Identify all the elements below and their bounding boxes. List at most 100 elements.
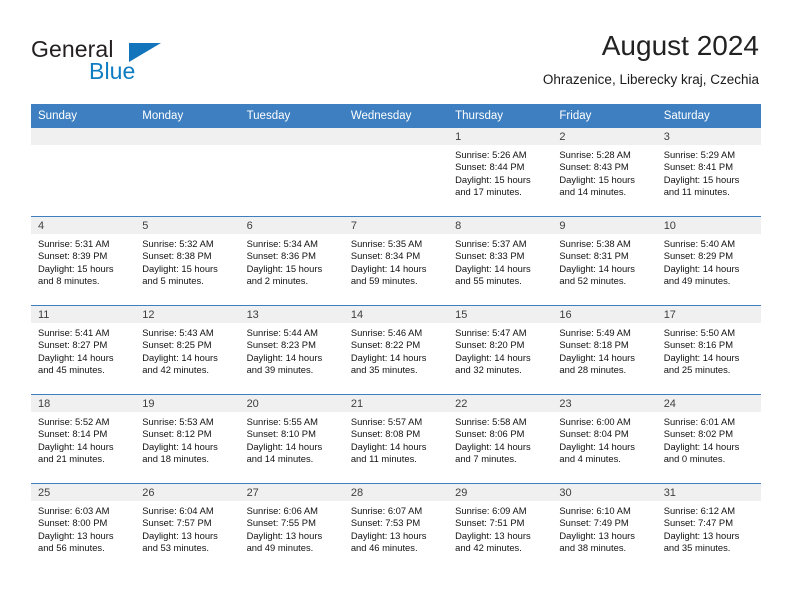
daylight-text-line2: and 45 minutes.	[38, 364, 105, 376]
sunset-text: Sunset: 7:51 PM	[455, 517, 525, 529]
daylight-text-line1: Daylight: 14 hours	[663, 262, 740, 274]
daylight-text-line1: Daylight: 14 hours	[559, 440, 635, 452]
day-23: 23 Sunrise: 6:00 AM Sunset: 8:04 PM Dayligh…	[552, 395, 657, 483]
day-number	[31, 128, 136, 145]
sunrise-text: Sunrise: 5:44 AM	[246, 327, 318, 338]
calendar-day-cell[interactable]: 9 Sunrise: 5:38 AM Sunset: 8:31 PM Daylight…	[552, 216, 657, 306]
calendar-day-cell[interactable]: 4 Sunrise: 5:31 AM Sunset: 8:39 PM Daylight…	[31, 216, 136, 306]
daylight-text-line1: Daylight: 15 hours	[559, 173, 635, 185]
calendar-day-cell[interactable]: 13 Sunrise: 5:44 AM Sunset: 8:23 PM Dayligh…	[239, 305, 344, 395]
sunrise-text: Sunrise: 6:09 AM	[455, 505, 527, 516]
calendar-week-row: 18 Sunrise: 5:52 AM Sunset: 8:14 PM Dayligh…	[31, 394, 761, 484]
sunrise-text: Sunrise: 6:06 AM	[246, 505, 318, 516]
calendar-day-cell[interactable]: 26 Sunrise: 6:04 AM Sunset: 7:57 PM Dayligh…	[135, 483, 240, 572]
sunset-text: Sunset: 8:44 PM	[455, 161, 525, 173]
calendar-day-cell[interactable]: 28 Sunrise: 6:07 AM Sunset: 7:53 PM Dayligh…	[343, 483, 449, 572]
day-14: 14 Sunrise: 5:46 AM Sunset: 8:22 PM Dayligh…	[343, 306, 449, 394]
sunset-text: Sunset: 8:12 PM	[142, 428, 212, 440]
calendar-day-cell[interactable]: 7 Sunrise: 5:35 AM Sunset: 8:34 PM Daylight…	[343, 216, 449, 306]
daylight-text-line2: and 42 minutes.	[142, 364, 209, 376]
calendar-day-cell[interactable]: 17 Sunrise: 5:50 AM Sunset: 8:16 PM Dayligh…	[656, 305, 761, 395]
day-sun-info: Sunrise: 5:29 AM Sunset: 8:41 PM Daylight:…	[657, 145, 761, 199]
daylight-text-line2: and 39 minutes.	[246, 364, 314, 376]
daylight-text-line2: and 38 minutes.	[559, 542, 627, 554]
general-blue-logo[interactable]: General Blue	[31, 36, 231, 88]
calendar-day-cell[interactable]: 14 Sunrise: 5:46 AM Sunset: 8:22 PM Dayligh…	[343, 305, 449, 395]
day-sun-info: Sunrise: 5:46 AM Sunset: 8:22 PM Daylight:…	[344, 323, 448, 377]
calendar-day-cell	[31, 128, 136, 217]
day-18: 18 Sunrise: 5:52 AM Sunset: 8:14 PM Dayligh…	[31, 395, 136, 483]
day-number: 9	[552, 217, 657, 234]
day-number: 21	[343, 395, 449, 412]
calendar-day-cell[interactable]: 6 Sunrise: 5:34 AM Sunset: 8:36 PM Daylight…	[239, 216, 344, 306]
daylight-text-line2: and 2 minutes.	[246, 275, 309, 287]
daylight-text-line1: Daylight: 14 hours	[246, 351, 323, 363]
sunset-text: Sunset: 8:14 PM	[38, 428, 108, 440]
calendar-day-cell[interactable]: 11 Sunrise: 5:41 AM Sunset: 8:27 PM Dayligh…	[31, 305, 136, 395]
day-sun-info: Sunrise: 5:49 AM Sunset: 8:18 PM Daylight:…	[552, 323, 656, 377]
calendar-day-cell[interactable]: 29 Sunrise: 6:09 AM Sunset: 7:51 PM Dayligh…	[448, 483, 553, 572]
calendar-day-cell[interactable]: 22 Sunrise: 5:58 AM Sunset: 8:06 PM Dayligh…	[448, 394, 553, 484]
calendar-day-cell[interactable]: 23 Sunrise: 6:00 AM Sunset: 8:04 PM Dayligh…	[552, 394, 657, 484]
day-sun-info: Sunrise: 5:34 AM Sunset: 8:36 PM Daylight:…	[240, 234, 344, 288]
sunset-text: Sunset: 8:41 PM	[663, 161, 733, 173]
daylight-text-line2: and 28 minutes.	[559, 364, 627, 376]
day-number: 23	[552, 395, 657, 412]
daylight-text-line2: and 56 minutes.	[38, 542, 105, 554]
sunrise-text: Sunrise: 5:29 AM	[663, 149, 736, 160]
day-sun-info: Sunrise: 5:37 AM Sunset: 8:33 PM Daylight:…	[448, 234, 552, 288]
page-header: General Blue August 2024 Ohrazenice, Lib…	[0, 0, 792, 96]
calendar-day-cell[interactable]: 1 Sunrise: 5:26 AM Sunset: 8:44 PM Daylight…	[448, 128, 553, 217]
sunrise-text: Sunrise: 5:32 AM	[142, 238, 214, 249]
calendar-day-cell[interactable]: 2 Sunrise: 5:28 AM Sunset: 8:43 PM Daylight…	[552, 128, 657, 217]
calendar-day-cell[interactable]: 27 Sunrise: 6:06 AM Sunset: 7:55 PM Dayligh…	[239, 483, 344, 572]
day-22: 22 Sunrise: 5:58 AM Sunset: 8:06 PM Dayligh…	[448, 395, 553, 483]
day-sun-info: Sunrise: 5:31 AM Sunset: 8:39 PM Daylight:…	[31, 234, 135, 288]
sunset-text: Sunset: 8:23 PM	[246, 339, 316, 351]
sunrise-text: Sunrise: 6:12 AM	[663, 505, 736, 516]
calendar-day-cell[interactable]: 31 Sunrise: 6:12 AM Sunset: 7:47 PM Dayligh…	[656, 483, 761, 572]
sunset-text: Sunset: 8:36 PM	[246, 250, 316, 262]
calendar-day-cell[interactable]: 19 Sunrise: 5:53 AM Sunset: 8:12 PM Dayligh…	[135, 394, 240, 484]
calendar-day-cell[interactable]: 30 Sunrise: 6:10 AM Sunset: 7:49 PM Dayligh…	[552, 483, 657, 572]
sunrise-text: Sunrise: 5:49 AM	[559, 327, 631, 338]
calendar-day-cell[interactable]: 10 Sunrise: 5:40 AM Sunset: 8:29 PM Dayligh…	[656, 216, 761, 306]
calendar-day-cell[interactable]: 16 Sunrise: 5:49 AM Sunset: 8:18 PM Dayligh…	[552, 305, 657, 395]
daylight-text-line2: and 49 minutes.	[246, 542, 314, 554]
day-13: 13 Sunrise: 5:44 AM Sunset: 8:23 PM Dayligh…	[239, 306, 344, 394]
weekday-header-wednesday: Wednesday	[343, 104, 449, 128]
calendar-day-cell[interactable]: 24 Sunrise: 6:01 AM Sunset: 8:02 PM Dayligh…	[656, 394, 761, 484]
daylight-text-line1: Daylight: 14 hours	[559, 351, 635, 363]
calendar-day-cell[interactable]: 18 Sunrise: 5:52 AM Sunset: 8:14 PM Dayligh…	[31, 394, 136, 484]
weekday-header-saturday: Saturday	[656, 104, 761, 128]
daylight-text-line2: and 11 minutes.	[350, 453, 417, 465]
calendar-page: General Blue August 2024 Ohrazenice, Lib…	[0, 0, 792, 612]
day-number	[343, 128, 449, 145]
sunset-text: Sunset: 8:16 PM	[663, 339, 733, 351]
sunrise-text: Sunrise: 5:57 AM	[350, 416, 423, 427]
day-27: 27 Sunrise: 6:06 AM Sunset: 7:55 PM Dayligh…	[239, 484, 344, 572]
calendar-day-cell[interactable]: 12 Sunrise: 5:43 AM Sunset: 8:25 PM Dayligh…	[135, 305, 240, 395]
day-sun-info: Sunrise: 6:06 AM Sunset: 7:55 PM Daylight:…	[240, 501, 344, 555]
day-number: 27	[239, 484, 344, 501]
sunrise-text: Sunrise: 5:41 AM	[38, 327, 110, 338]
daylight-text-line1: Daylight: 14 hours	[246, 440, 323, 452]
sunrise-text: Sunrise: 6:01 AM	[663, 416, 736, 427]
calendar-day-cell	[343, 128, 449, 217]
day-sun-info: Sunrise: 5:53 AM Sunset: 8:12 PM Daylight:…	[135, 412, 239, 466]
sunset-text: Sunset: 8:20 PM	[455, 339, 525, 351]
calendar-day-cell[interactable]: 8 Sunrise: 5:37 AM Sunset: 8:33 PM Daylight…	[448, 216, 553, 306]
calendar-day-cell[interactable]: 3 Sunrise: 5:29 AM Sunset: 8:41 PM Daylight…	[656, 128, 761, 217]
day-sun-info: Sunrise: 6:07 AM Sunset: 7:53 PM Daylight:…	[344, 501, 448, 555]
daylight-text-line2: and 21 minutes.	[38, 453, 105, 465]
day-sun-info: Sunrise: 6:01 AM Sunset: 8:02 PM Daylight:…	[657, 412, 761, 466]
calendar-day-cell[interactable]: 5 Sunrise: 5:32 AM Sunset: 8:38 PM Daylight…	[135, 216, 240, 306]
calendar-day-cell[interactable]: 15 Sunrise: 5:47 AM Sunset: 8:20 PM Dayligh…	[448, 305, 553, 395]
day-sun-info: Sunrise: 5:57 AM Sunset: 8:08 PM Daylight:…	[344, 412, 448, 466]
day-17: 17 Sunrise: 5:50 AM Sunset: 8:16 PM Dayligh…	[656, 306, 761, 394]
calendar-day-cell[interactable]: 21 Sunrise: 5:57 AM Sunset: 8:08 PM Dayligh…	[343, 394, 449, 484]
sunset-text: Sunset: 8:22 PM	[350, 339, 421, 351]
sunset-text: Sunset: 7:55 PM	[246, 517, 316, 529]
calendar-day-cell[interactable]: 25 Sunrise: 6:03 AM Sunset: 8:00 PM Dayligh…	[31, 483, 136, 572]
calendar-day-cell[interactable]: 20 Sunrise: 5:55 AM Sunset: 8:10 PM Dayligh…	[239, 394, 344, 484]
